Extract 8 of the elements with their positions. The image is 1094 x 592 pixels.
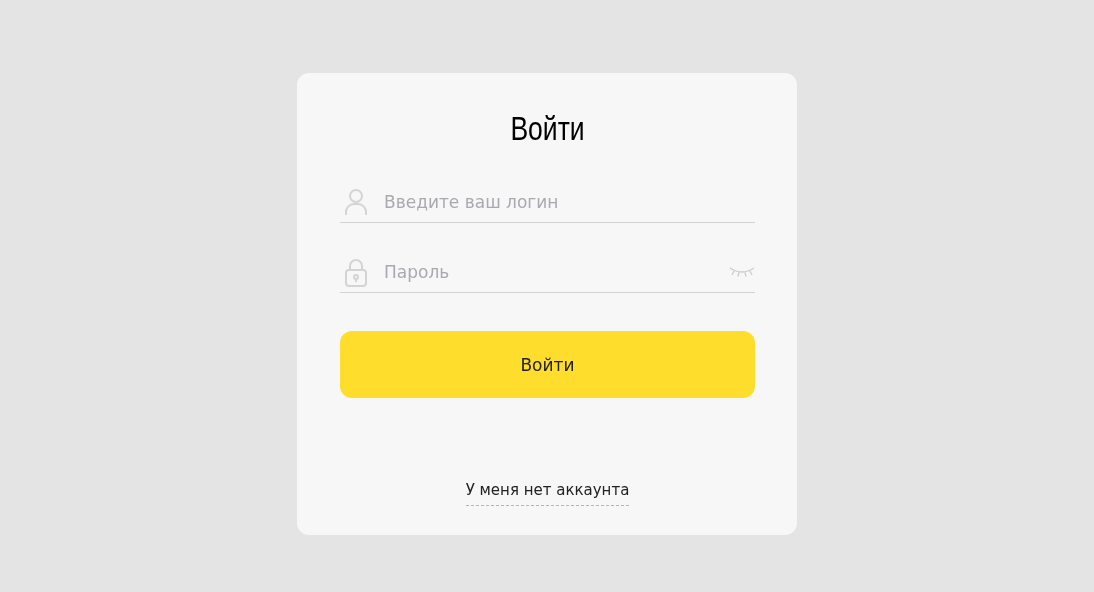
login-field[interactable]: Введите ваш логин xyxy=(384,187,755,217)
login-title: Войти xyxy=(509,109,586,148)
user-icon xyxy=(344,188,368,216)
lock-icon xyxy=(344,257,368,287)
password-field[interactable]: Пароль xyxy=(384,257,713,287)
register-link[interactable]: У меня нет аккаунта xyxy=(465,481,630,506)
login-button[interactable]: Войти xyxy=(340,331,755,398)
closed-eye-icon[interactable] xyxy=(729,266,755,278)
